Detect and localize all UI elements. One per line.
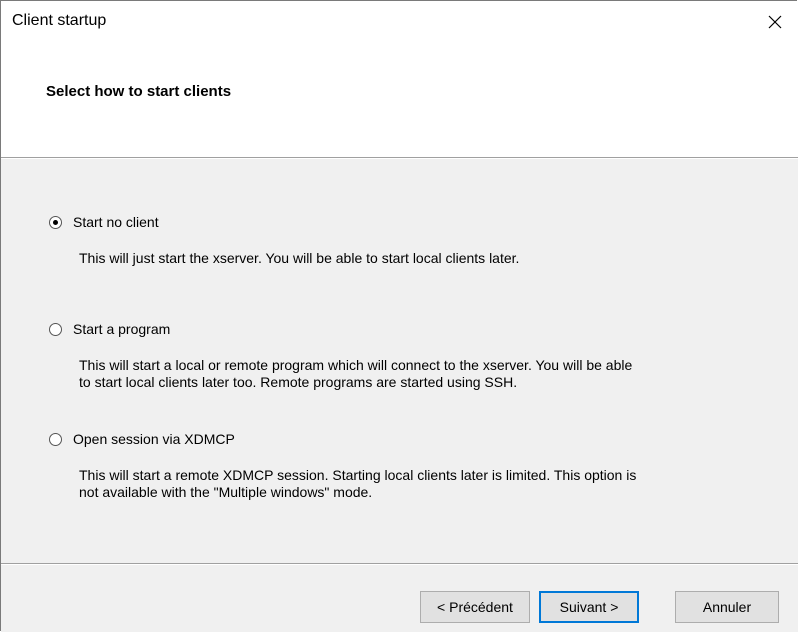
option-description: This will start a remote XDMCP session. … (79, 467, 769, 501)
description-line: This will start a local or remote progra… (79, 357, 633, 373)
option-label: Start no client (73, 214, 159, 230)
option-label: Start a program (73, 321, 171, 337)
option-description: This will start a local or remote progra… (79, 357, 769, 391)
option-label: Open session via XDMCP (73, 431, 235, 447)
radio-start-no-client[interactable]: Start no client (49, 214, 159, 230)
radio-button[interactable] (49, 432, 62, 446)
next-button[interactable]: Suivant > (539, 591, 639, 623)
options-panel: Start no client This will just start the… (1, 159, 798, 563)
wizard-footer: < Précédent Suivant > Annuler (1, 565, 798, 632)
close-icon (768, 15, 782, 29)
window-title: Client startup (12, 12, 107, 29)
radio-button-checked[interactable] (49, 215, 62, 229)
option-description: This will just start the xserver. You wi… (79, 250, 769, 267)
option-open-session-xdmcp: Open session via XDMCP (49, 431, 235, 447)
close-button[interactable] (752, 1, 798, 43)
wizard-header: Select how to start clients (1, 43, 798, 157)
page-title: Select how to start clients (46, 83, 232, 100)
client-startup-dialog: Client startup Select how to start clien… (0, 0, 798, 632)
radio-open-session-xdmcp[interactable]: Open session via XDMCP (49, 431, 235, 447)
description-line: to start local clients later too. Remote… (79, 374, 518, 390)
option-start-no-client: Start no client (49, 214, 159, 230)
description-line: This will just start the xserver. You wi… (79, 250, 520, 266)
back-button[interactable]: < Précédent (420, 591, 530, 623)
radio-start-a-program[interactable]: Start a program (49, 321, 170, 337)
description-line: not available with the "Multiple windows… (79, 484, 373, 500)
cancel-button[interactable]: Annuler (675, 591, 779, 623)
radio-button[interactable] (49, 322, 62, 336)
description-line: This will start a remote XDMCP session. … (79, 467, 637, 483)
option-start-a-program: Start a program (49, 321, 170, 337)
title-bar: Client startup (1, 1, 798, 43)
